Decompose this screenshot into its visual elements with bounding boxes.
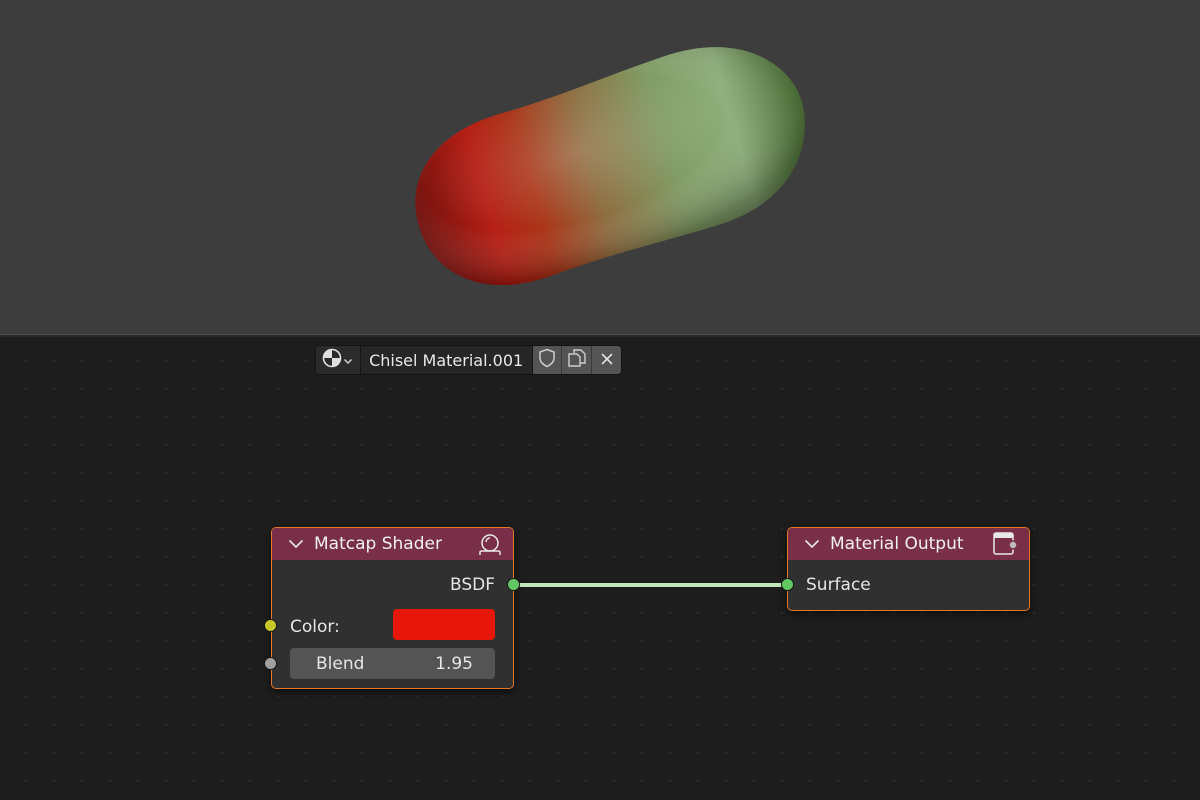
close-icon xyxy=(600,351,614,370)
blend-label: Blend xyxy=(316,653,365,674)
color-input-row: Color: xyxy=(264,603,513,645)
viewport-object[interactable] xyxy=(0,0,1200,334)
node-title: Matcap Shader xyxy=(314,534,442,554)
node-header[interactable]: Material Output xyxy=(788,528,1029,560)
blend-input-socket[interactable] xyxy=(264,657,277,670)
unlink-material-button[interactable] xyxy=(592,346,621,374)
surface-input-socket[interactable] xyxy=(781,578,794,591)
duplicate-icon xyxy=(567,348,587,372)
node-header[interactable]: Matcap Shader xyxy=(272,528,513,560)
bsdf-output-row: BSDF xyxy=(272,566,520,603)
color-input-socket[interactable] xyxy=(264,619,277,632)
output-icon xyxy=(991,531,1019,557)
bsdf-output-socket[interactable] xyxy=(507,578,520,591)
blend-input-row: Blend 1.95 xyxy=(264,645,513,682)
material-name-field[interactable]: Chisel Material.001 xyxy=(360,346,533,374)
material-sphere-icon xyxy=(322,348,342,372)
chevron-down-icon xyxy=(343,351,353,370)
blend-slider[interactable]: Blend 1.95 xyxy=(290,648,495,679)
duplicate-material-button[interactable] xyxy=(562,346,593,374)
surface-input-row: Surface xyxy=(781,566,1029,603)
node-title: Material Output xyxy=(830,534,964,554)
color-label: Color: xyxy=(290,617,340,637)
blend-value: 1.95 xyxy=(435,653,473,674)
bsdf-output-label: BSDF xyxy=(449,574,495,595)
surface-label: Surface xyxy=(806,574,871,595)
collapse-chevron-icon[interactable] xyxy=(288,539,306,549)
3d-viewport[interactable] xyxy=(0,0,1200,334)
collapse-chevron-icon[interactable] xyxy=(804,539,822,549)
material-selector: Chisel Material.001 xyxy=(315,345,622,375)
fake-user-button[interactable] xyxy=(532,346,563,374)
matcap-shader-node[interactable]: Matcap Shader BSDF Color: Blend 1.95 xyxy=(264,527,520,689)
shader-node-editor[interactable]: Chisel Material.001 Matcap Shader BSDF C… xyxy=(0,337,1200,800)
matcap-icon xyxy=(477,531,503,557)
browse-material-button[interactable] xyxy=(316,346,361,374)
color-swatch[interactable] xyxy=(393,609,495,640)
material-output-node[interactable]: Material Output Surface xyxy=(781,527,1030,611)
shield-icon xyxy=(538,348,556,372)
